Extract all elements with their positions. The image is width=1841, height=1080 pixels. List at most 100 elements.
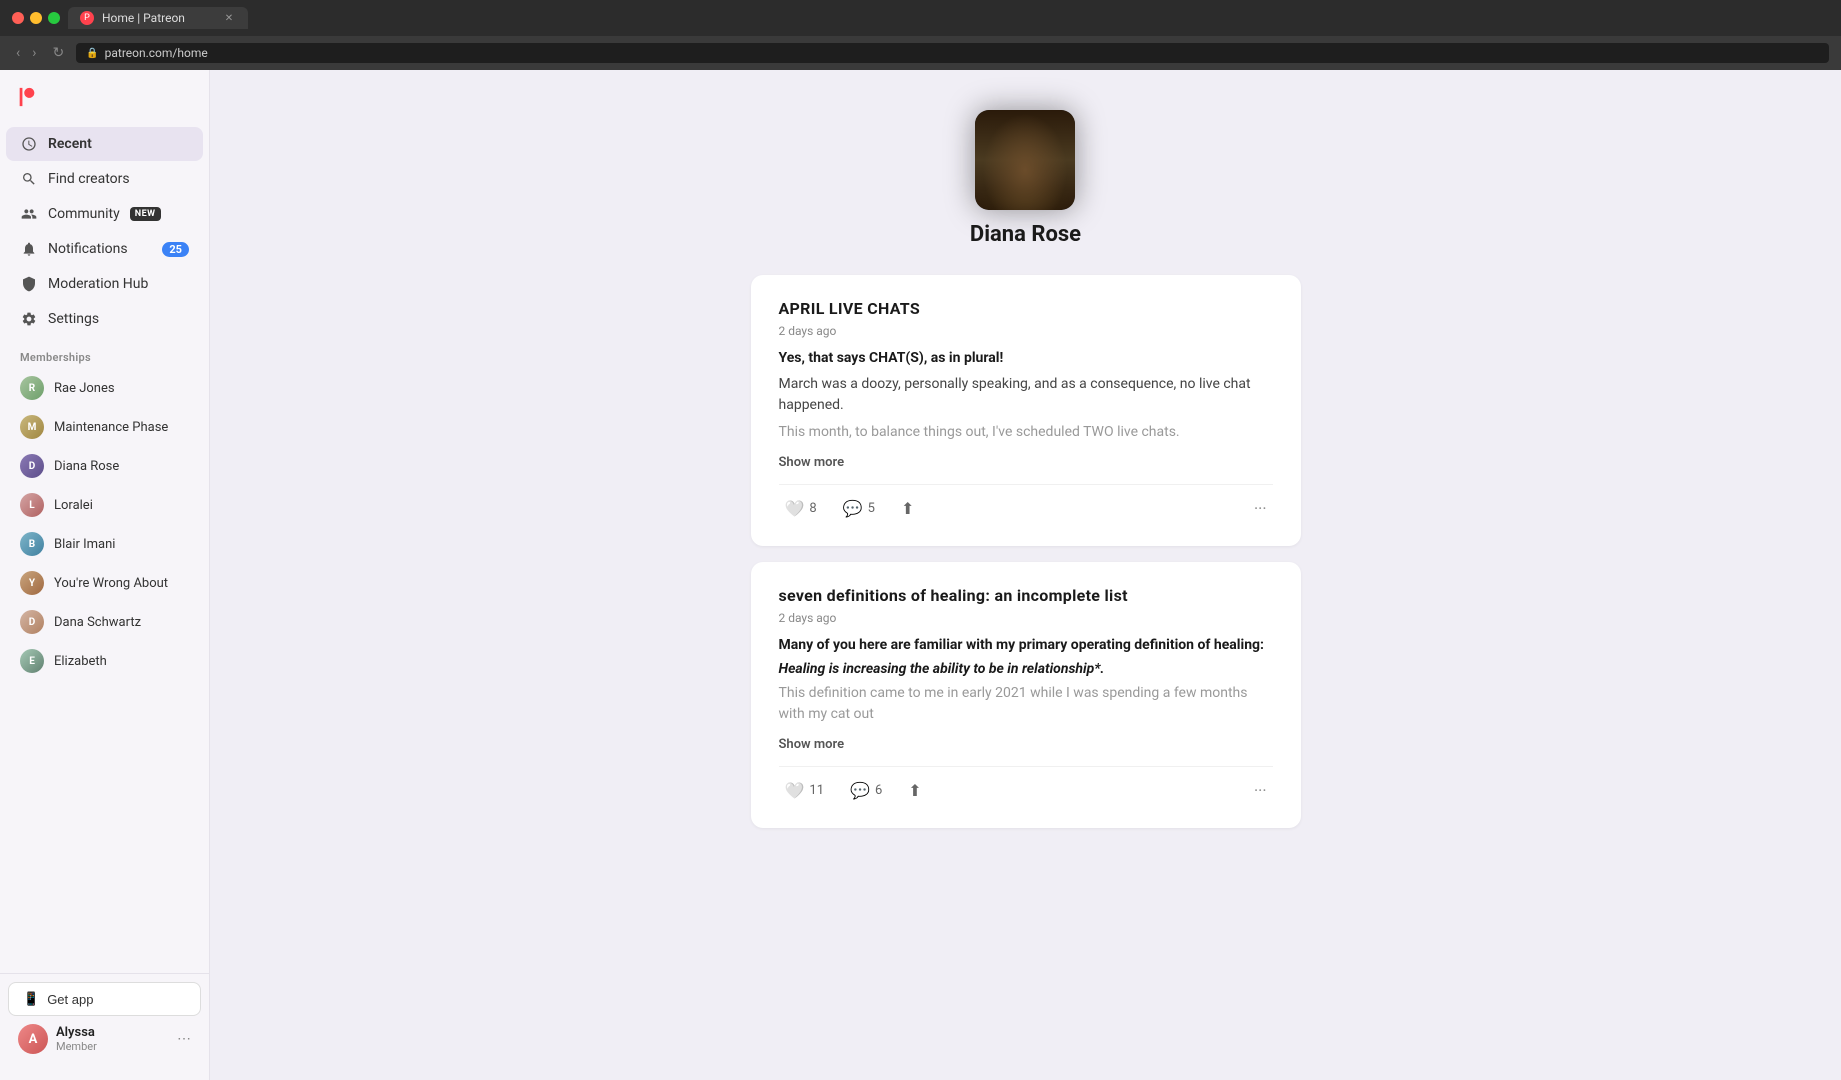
membership-item[interactable]: R Rae Jones [6, 369, 203, 407]
show-more-button[interactable]: Show more [779, 455, 1273, 470]
membership-item[interactable]: Y You're Wrong About [6, 564, 203, 602]
sidebar-item-settings[interactable]: Settings [6, 302, 203, 336]
forward-button[interactable]: › [28, 43, 40, 63]
post-body-bold: Many of you here are familiar with my pr… [779, 637, 1273, 653]
membership-item[interactable]: M Maintenance Phase [6, 408, 203, 446]
membership-item[interactable]: D Dana Schwartz [6, 603, 203, 641]
back-button[interactable]: ‹ [12, 43, 24, 63]
address-bar[interactable]: 🔒 patreon.com/home [76, 43, 1829, 63]
comment-count: 6 [875, 783, 882, 798]
heart-icon: 🤍 [785, 781, 805, 800]
sidebar-item-find-creators[interactable]: Find creators [6, 162, 203, 196]
post-body-muted: This definition came to me in early 2021… [779, 683, 1273, 725]
membership-avatar: B [20, 532, 44, 556]
tab-close-button[interactable]: ✕ [222, 11, 236, 25]
comment-button[interactable]: 💬 6 [844, 777, 888, 804]
sidebar-item-community[interactable]: Community NEW [6, 197, 203, 231]
membership-item[interactable]: L Loralei [6, 486, 203, 524]
url-text: patreon.com/home [105, 46, 208, 60]
membership-name: Blair Imani [54, 537, 115, 552]
community-new-badge: NEW [130, 207, 161, 221]
tab-favicon: P [80, 11, 94, 25]
sidebar-nav: Recent Find creators Community [0, 122, 209, 341]
recent-label: Recent [48, 136, 92, 152]
post-card: seven definitions of healing: an incompl… [751, 562, 1301, 828]
sidebar-item-recent[interactable]: Recent [6, 127, 203, 161]
recent-icon [20, 135, 38, 153]
post-card: APRIL LIVE CHATS 2 days ago Yes, that sa… [751, 275, 1301, 546]
like-button[interactable]: 🤍 8 [779, 495, 823, 522]
show-more-button[interactable]: Show more [779, 737, 1273, 752]
community-icon [20, 205, 38, 223]
settings-label: Settings [48, 311, 99, 327]
membership-item[interactable]: E Elizabeth [6, 642, 203, 680]
minimize-window-button[interactable] [30, 12, 42, 24]
comment-icon: 💬 [850, 781, 870, 800]
post-actions: 🤍 11 💬 6 ⬆ ··· [779, 766, 1273, 804]
post-title: APRIL LIVE CHATS [779, 299, 1273, 318]
membership-avatar: Y [20, 571, 44, 595]
community-label: Community [48, 206, 120, 222]
user-row[interactable]: A Alyssa Member ⋯ [8, 1016, 201, 1062]
post-actions: 🤍 8 💬 5 ⬆ ··· [779, 484, 1273, 522]
comment-count: 5 [868, 501, 875, 516]
more-options-button[interactable]: ··· [1248, 495, 1273, 522]
phone-icon: 📱 [23, 991, 39, 1007]
like-count: 11 [809, 783, 824, 798]
sidebar-item-notifications[interactable]: Notifications 25 [6, 232, 203, 266]
share-icon: ⬆ [901, 499, 914, 518]
membership-avatar: M [20, 415, 44, 439]
share-button[interactable]: ⬆ [902, 777, 927, 804]
notifications-icon [20, 240, 38, 258]
browser-tab[interactable]: P Home | Patreon ✕ [68, 7, 248, 29]
posts-container: APRIL LIVE CHATS 2 days ago Yes, that sa… [751, 275, 1301, 844]
membership-name: Dana Schwartz [54, 615, 141, 630]
nav-arrows: ‹ › [12, 43, 40, 63]
membership-avatar: E [20, 649, 44, 673]
memberships-list: R Rae Jones M Maintenance Phase D Diana … [0, 368, 209, 681]
moderation-icon [20, 275, 38, 293]
avatar: A [18, 1024, 48, 1054]
main-content: Diana Rose APRIL LIVE CHATS 2 days ago Y… [210, 70, 1841, 1080]
comment-button[interactable]: 💬 5 [837, 495, 881, 522]
profile-header: Diana Rose [970, 110, 1081, 247]
like-button[interactable]: 🤍 11 [779, 777, 831, 804]
patreon-logo[interactable] [0, 70, 209, 122]
logo-icon [16, 86, 38, 114]
share-icon: ⬆ [908, 781, 921, 800]
ssl-icon: 🔒 [86, 48, 98, 59]
membership-name: Maintenance Phase [54, 420, 168, 435]
comment-icon: 💬 [843, 499, 863, 518]
share-button[interactable]: ⬆ [895, 495, 920, 522]
membership-name: You're Wrong About [54, 576, 168, 591]
find-creators-label: Find creators [48, 171, 130, 187]
membership-avatar: R [20, 376, 44, 400]
maximize-window-button[interactable] [48, 12, 60, 24]
profile-name: Diana Rose [970, 222, 1081, 247]
notifications-badge: 25 [162, 242, 189, 257]
membership-item[interactable]: D Diana Rose [6, 447, 203, 485]
refresh-button[interactable]: ↻ [48, 43, 68, 63]
membership-name: Loralei [54, 498, 93, 513]
close-window-button[interactable] [12, 12, 24, 24]
settings-icon [20, 310, 38, 328]
heart-icon: 🤍 [785, 499, 805, 518]
membership-item[interactable]: B Blair Imani [6, 525, 203, 563]
memberships-section-label: Memberships [0, 341, 209, 368]
user-menu-button[interactable]: ⋯ [177, 1031, 191, 1047]
post-date: 2 days ago [779, 324, 1273, 338]
membership-name: Diana Rose [54, 459, 119, 474]
sidebar-bottom: 📱 Get app A Alyssa Member ⋯ [0, 973, 209, 1070]
post-body-bold: Yes, that says CHAT(S), as in plural! [779, 350, 1273, 366]
sidebar: Recent Find creators Community [0, 70, 210, 1080]
membership-avatar: L [20, 493, 44, 517]
browser-chrome: P Home | Patreon ✕ ‹ › ↻ 🔒 patreon.com/h… [0, 0, 1841, 70]
user-name: Alyssa [56, 1025, 169, 1040]
sidebar-item-moderation[interactable]: Moderation Hub [6, 267, 203, 301]
more-options-button[interactable]: ··· [1248, 777, 1273, 804]
post-body: March was a doozy, personally speaking, … [779, 374, 1273, 416]
get-app-label: Get app [47, 992, 93, 1007]
profile-avatar-image [975, 110, 1075, 210]
user-role: Member [56, 1040, 169, 1053]
get-app-button[interactable]: 📱 Get app [8, 982, 201, 1016]
